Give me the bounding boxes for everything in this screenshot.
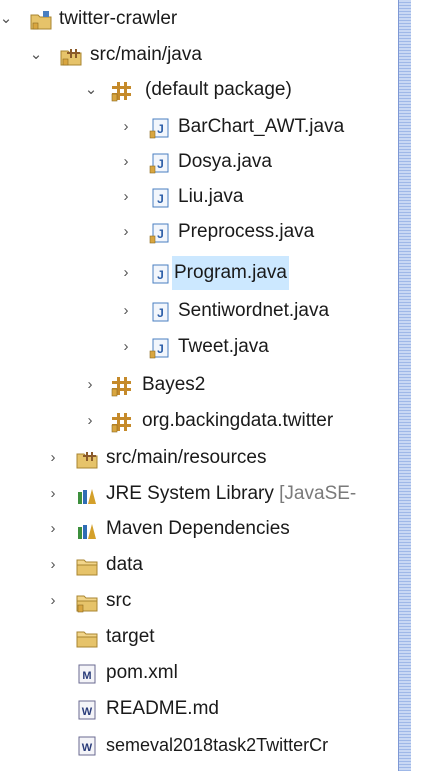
- tree-item-label: Bayes2: [142, 374, 206, 395]
- chevron-right-icon[interactable]: ›: [82, 404, 98, 438]
- tree-item-folder[interactable]: › src: [0, 584, 398, 618]
- chevron-right-icon[interactable]: ›: [118, 215, 134, 249]
- tree-item-folder[interactable]: target: [0, 620, 398, 654]
- library-icon: [76, 484, 98, 506]
- library-version: [JavaSE-: [279, 483, 357, 504]
- chevron-right-icon[interactable]: ›: [118, 256, 134, 290]
- java-file-icon: J: [148, 187, 170, 209]
- tree-item-package[interactable]: ⌄ (default package): [0, 73, 398, 107]
- chevron-right-icon[interactable]: ›: [45, 477, 61, 511]
- chevron-right-icon[interactable]: ›: [118, 180, 134, 214]
- svg-text:J: J: [157, 342, 164, 356]
- maven-file-icon: M: [76, 663, 98, 685]
- tree-item-java-file[interactable]: › J Sentiwordnet.java: [0, 294, 398, 328]
- tree-item-file[interactable]: W semeval2018task2TwitterCr: [0, 728, 398, 762]
- markdown-file-icon: W: [76, 699, 98, 721]
- tree-item-package[interactable]: › org.backingdata.twitter: [0, 404, 398, 438]
- tree-item-label: README.md: [106, 698, 219, 719]
- tree-item-label: src/main/java: [90, 44, 202, 65]
- tree-item-java-file[interactable]: › J Preprocess.java: [0, 215, 398, 249]
- tree-item-partial: [30, 764, 230, 771]
- tree-item-package[interactable]: › Bayes2: [0, 368, 398, 402]
- tree-item-label: semeval2018task2TwitterCr: [106, 735, 329, 755]
- java-file-icon: J: [148, 263, 170, 285]
- scrollbar[interactable]: [398, 0, 411, 771]
- tree-item-java-file-selected[interactable]: › J Program.java: [0, 256, 398, 290]
- chevron-right-icon[interactable]: ›: [118, 110, 134, 144]
- java-file-icon: J: [148, 117, 170, 139]
- chevron-right-icon[interactable]: ›: [118, 294, 134, 328]
- source-folder-icon: [76, 448, 98, 470]
- tree-item-java-file[interactable]: › J Tweet.java: [0, 330, 398, 364]
- chevron-down-icon[interactable]: ⌄: [83, 73, 99, 107]
- package-icon: [110, 375, 132, 397]
- tree-item-file[interactable]: M pom.xml: [0, 656, 398, 690]
- chevron-right-icon[interactable]: ›: [45, 441, 61, 475]
- tree-item-folder[interactable]: › data: [0, 548, 398, 582]
- package-icon: [110, 80, 132, 102]
- tree-item-label: BarChart_AWT.java: [178, 116, 345, 137]
- project-explorer-tree: ⌄ twitter-crawler ⌄ src/main/java ⌄ (def…: [0, 0, 398, 771]
- tree-item-label: Tweet.java: [178, 336, 269, 357]
- java-file-icon: J: [148, 337, 170, 359]
- tree-item-label: src/main/resources: [106, 447, 267, 468]
- editor-edge: [411, 0, 432, 771]
- tree-item-label: Program.java: [172, 256, 289, 290]
- chevron-down-icon[interactable]: ⌄: [28, 38, 44, 72]
- tree-item-label: src: [106, 590, 132, 611]
- svg-text:J: J: [157, 268, 164, 282]
- tree-item-library[interactable]: › JRE System Library [JavaSE-: [0, 477, 398, 511]
- tree-item-label: data: [106, 554, 143, 575]
- svg-text:J: J: [157, 227, 164, 241]
- tree-item-source-folder[interactable]: › src/main/resources: [0, 441, 398, 475]
- svg-text:J: J: [157, 157, 164, 171]
- chevron-down-icon[interactable]: ⌄: [0, 2, 14, 36]
- chevron-right-icon[interactable]: ›: [45, 548, 61, 582]
- library-icon: [76, 519, 98, 541]
- tree-item-label: Sentiwordnet.java: [178, 300, 330, 321]
- java-file-icon: J: [148, 222, 170, 244]
- package-icon: [110, 411, 132, 433]
- chevron-right-icon[interactable]: ›: [45, 584, 61, 618]
- markdown-file-icon: W: [76, 735, 98, 757]
- tree-item-label: Liu.java: [178, 186, 244, 207]
- tree-item-java-file[interactable]: › J BarChart_AWT.java: [0, 110, 398, 144]
- svg-text:W: W: [82, 706, 93, 718]
- svg-text:J: J: [157, 122, 164, 136]
- svg-text:M: M: [82, 670, 91, 682]
- folder-icon: [76, 591, 98, 613]
- tree-item-label: (default package): [145, 79, 292, 100]
- chevron-right-icon[interactable]: ›: [82, 368, 98, 402]
- java-file-icon: J: [148, 152, 170, 174]
- tree-item-source-folder[interactable]: ⌄ src/main/java: [0, 38, 398, 72]
- tree-item-label: Dosya.java: [178, 151, 272, 172]
- source-folder-icon: [60, 45, 82, 67]
- tree-item-java-file[interactable]: › J Liu.java: [0, 180, 398, 214]
- tree-item-label: twitter-crawler: [59, 8, 178, 29]
- svg-text:J: J: [157, 192, 164, 206]
- project-icon: [30, 9, 52, 31]
- java-file-icon: J: [148, 301, 170, 323]
- folder-icon: [76, 627, 98, 649]
- tree-item-label: org.backingdata.twitter: [142, 410, 334, 431]
- svg-text:W: W: [82, 742, 93, 754]
- tree-item-file[interactable]: W README.md: [0, 692, 398, 726]
- tree-item-label: Preprocess.java: [178, 221, 315, 242]
- tree-item-label: pom.xml: [106, 662, 178, 683]
- tree-item-project[interactable]: ⌄ twitter-crawler: [0, 2, 398, 36]
- tree-item-label: target: [106, 626, 155, 647]
- folder-icon: [76, 555, 98, 577]
- tree-item-java-file[interactable]: › J Dosya.java: [0, 145, 398, 179]
- chevron-right-icon[interactable]: ›: [118, 330, 134, 364]
- chevron-right-icon[interactable]: ›: [45, 512, 61, 546]
- tree-item-library[interactable]: › Maven Dependencies: [0, 512, 398, 546]
- chevron-right-icon[interactable]: ›: [118, 145, 134, 179]
- svg-text:J: J: [157, 306, 164, 320]
- tree-item-label: Maven Dependencies: [106, 518, 290, 539]
- tree-item-label: JRE System Library [JavaSE-: [106, 483, 357, 504]
